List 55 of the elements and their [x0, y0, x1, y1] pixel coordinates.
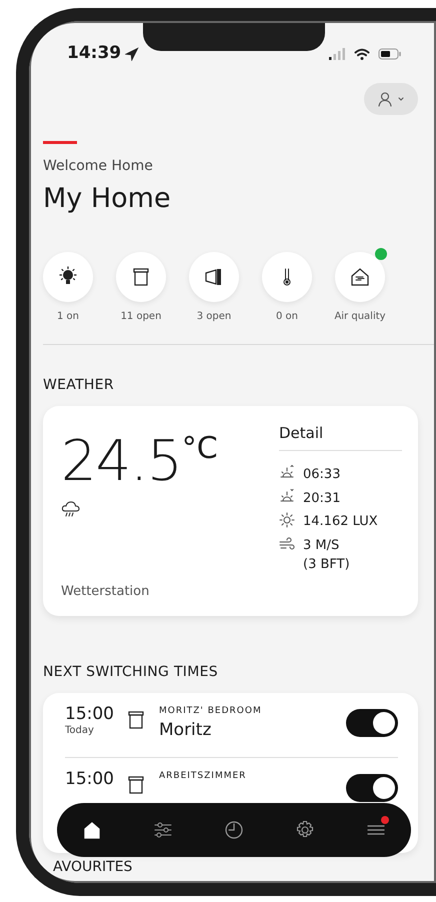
profile-button[interactable]	[364, 83, 418, 115]
detail-value: 14.162 LUX	[303, 513, 378, 531]
tile-label: 3 open	[196, 310, 232, 324]
schedule-time: 15:00	[65, 770, 115, 788]
tile-label: 0 on	[276, 310, 298, 324]
status-time: 14:39	[67, 42, 122, 66]
welcome-text: Welcome Home	[43, 157, 154, 176]
schedule-name: Moritz	[159, 719, 212, 742]
status-dot	[375, 248, 387, 260]
wifi-icon	[354, 48, 370, 60]
tile-button[interactable]	[189, 252, 239, 302]
sunset-icon	[279, 488, 295, 504]
section-heading: AVOURITES	[53, 858, 132, 877]
detail-heading: Detail	[279, 422, 402, 451]
accent-line	[43, 141, 77, 144]
temperature-value: 24.5	[61, 434, 182, 490]
tile-button[interactable]	[262, 252, 312, 302]
schedule-day: Today	[65, 723, 117, 738]
battery-icon	[378, 48, 402, 60]
tile-label: 1 on	[57, 310, 79, 324]
signal-icon	[328, 48, 346, 60]
nav-home-button[interactable]	[82, 820, 102, 840]
tile-label: Air quality	[334, 310, 386, 324]
temperature-unit: °C	[182, 434, 218, 468]
clock-icon	[224, 820, 244, 840]
detail-value: 3 M/S	[303, 536, 340, 554]
nav-clock-button[interactable]	[224, 820, 244, 840]
rain-cloud-icon	[61, 500, 81, 518]
schedule-time: 15:00	[65, 704, 115, 724]
tile-button[interactable]	[43, 252, 93, 302]
tile-button[interactable]	[116, 252, 166, 302]
section-heading: NEXT SWITCHING TIMES	[43, 662, 219, 682]
caret-icon	[397, 96, 405, 102]
nav-controls-button[interactable]	[153, 820, 174, 840]
room-label: MORITZ' BEDROOM	[159, 704, 263, 718]
detail-value: (3 BFT)	[303, 556, 350, 574]
toggle-switch[interactable]	[346, 774, 398, 802]
nav-settings-button[interactable]	[294, 820, 315, 840]
section-heading: WEATHER	[43, 376, 115, 394]
settings-icon	[294, 820, 315, 840]
notification-dot	[380, 816, 389, 824]
toggle-switch[interactable]	[346, 708, 398, 736]
wind-icon	[279, 536, 295, 552]
home-icon	[82, 820, 102, 840]
detail-value: 20:31	[303, 490, 340, 508]
home-title: My Home	[43, 182, 172, 216]
station-name: Wetterstation	[61, 583, 150, 601]
room-label: ARBEITSZIMMER	[159, 770, 248, 782]
detail-value: 06:33	[303, 466, 340, 484]
location-arrow-icon	[125, 47, 140, 61]
sun-icon	[279, 512, 295, 528]
sliders-icon	[153, 820, 174, 840]
house-wind-icon	[349, 266, 371, 288]
person-icon	[377, 91, 393, 107]
tile-label: 11 open	[120, 310, 162, 324]
